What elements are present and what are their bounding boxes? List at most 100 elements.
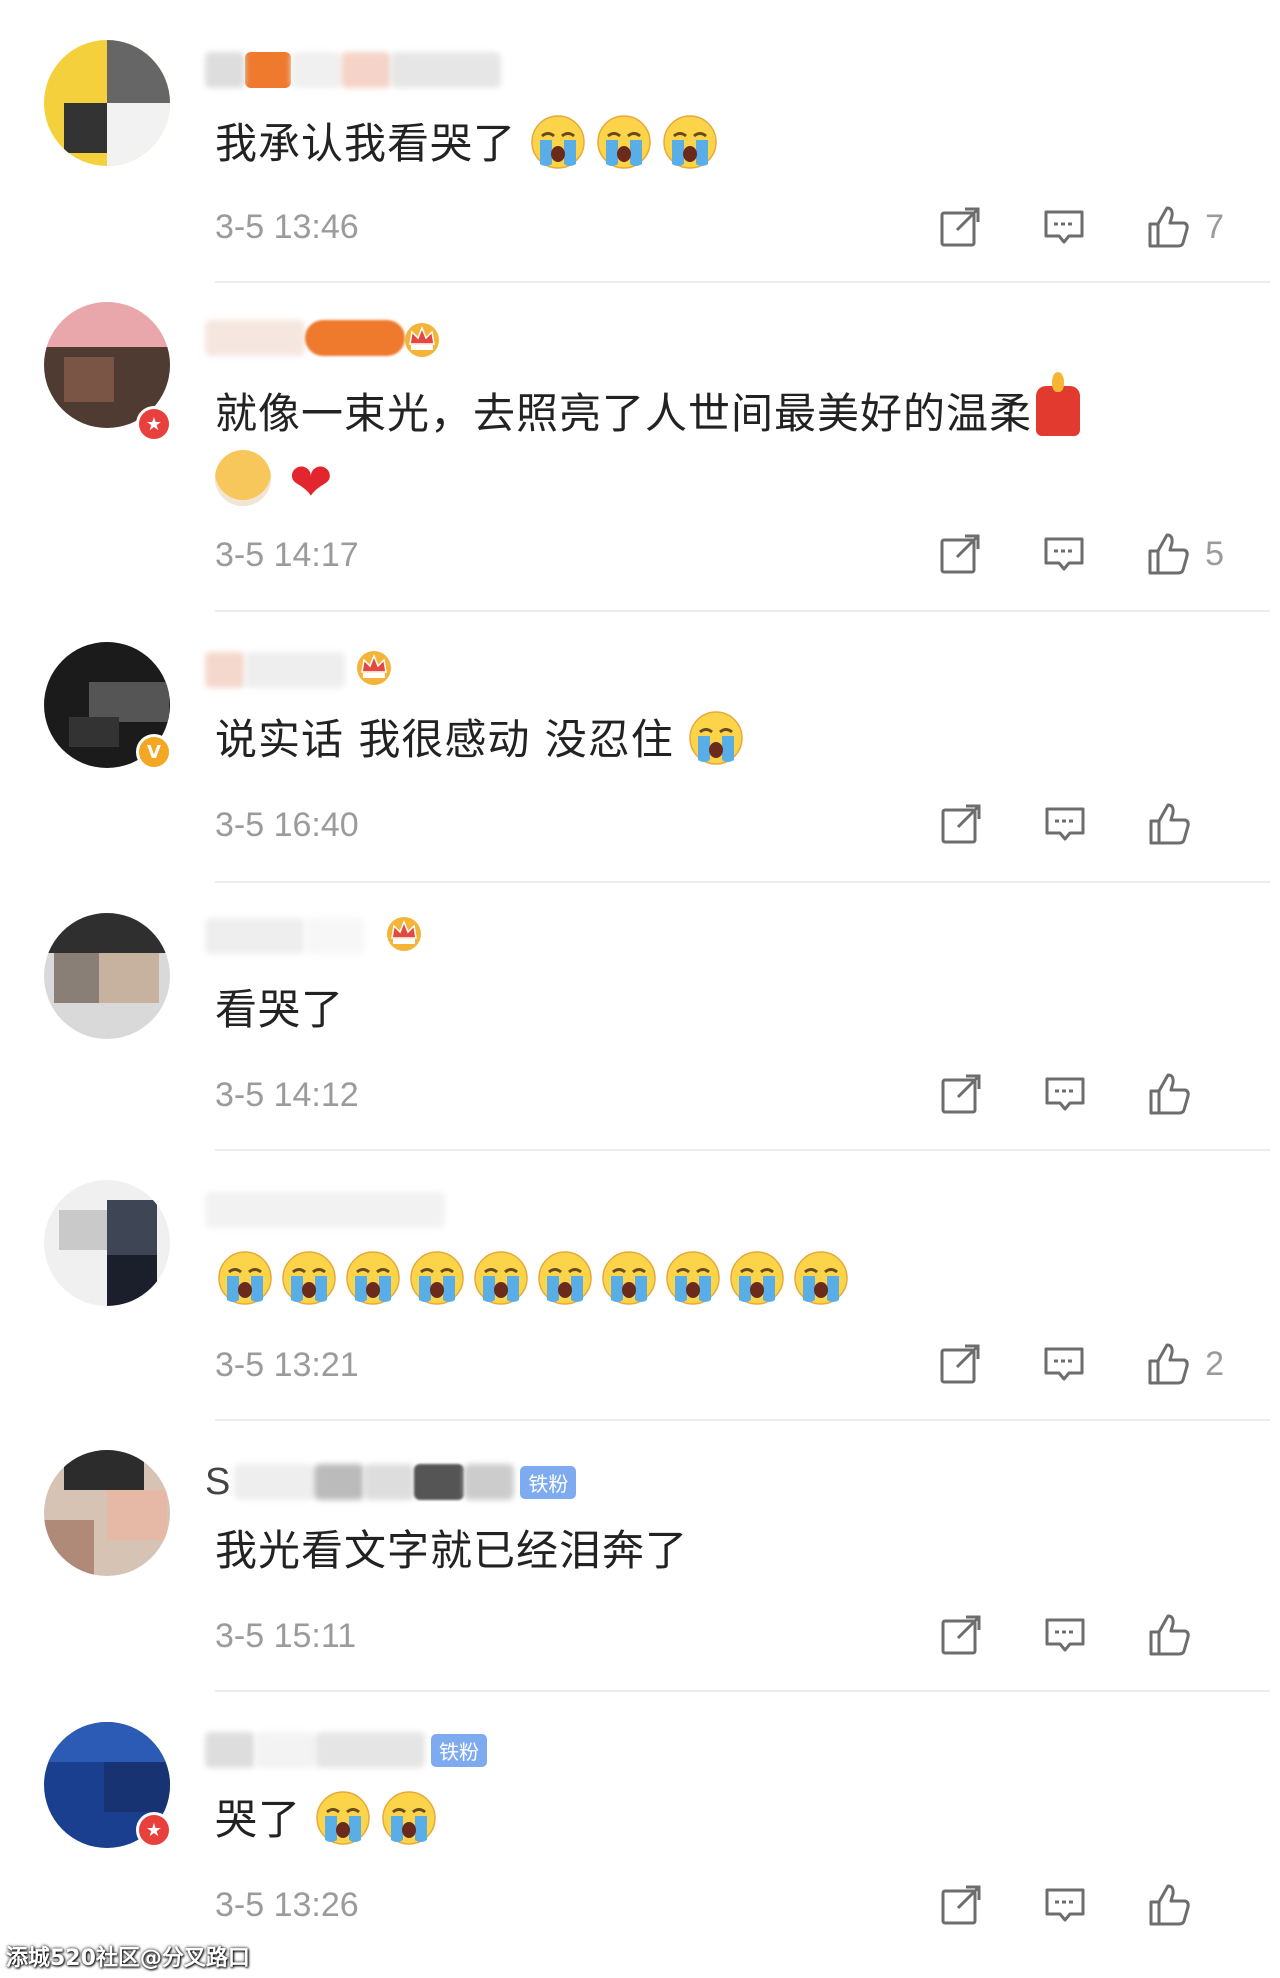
username[interactable]: 铁粉 (205, 1730, 487, 1770)
verified-v-badge: V (136, 734, 172, 770)
divider (215, 1419, 1270, 1421)
share-button[interactable] (937, 531, 983, 577)
comment-icon (1041, 531, 1087, 577)
thumbs-up-icon (1146, 1612, 1192, 1658)
share-icon (938, 1882, 984, 1928)
crying-face-emoji (473, 1250, 529, 1306)
avatar[interactable] (44, 1180, 170, 1306)
share-icon (937, 1341, 983, 1387)
timestamp: 3-5 15:11 (215, 1617, 357, 1655)
like-button[interactable] (1146, 801, 1224, 847)
crying-face-emoji (281, 1250, 337, 1306)
share-button[interactable] (938, 1071, 984, 1117)
share-icon (937, 531, 983, 577)
reply-button[interactable] (1041, 1341, 1087, 1387)
reply-button[interactable] (1041, 531, 1087, 577)
comment-icon (1042, 801, 1088, 847)
divider (215, 281, 1270, 283)
reply-button[interactable] (1042, 1071, 1088, 1117)
watermark: 添城520社区@分叉路口 (6, 1946, 250, 1971)
verified-badge: ★ (136, 1812, 172, 1848)
comment-icon (1041, 1341, 1087, 1387)
reply-button[interactable] (1042, 1612, 1088, 1658)
crying-face-emoji (729, 1250, 785, 1306)
username[interactable] (205, 1190, 445, 1230)
crying-face-emoji (665, 1250, 721, 1306)
like-count: 2 (1205, 1344, 1224, 1383)
share-button[interactable] (937, 1341, 983, 1387)
like-button[interactable]: 7 (1145, 204, 1224, 250)
like-button[interactable]: 2 (1145, 1341, 1224, 1387)
username[interactable] (205, 916, 365, 956)
crying-face-emoji (662, 114, 718, 170)
divider (215, 610, 1270, 612)
username[interactable]: S 铁粉 (205, 1461, 577, 1503)
divider (215, 1690, 1270, 1692)
crying-face-emoji (793, 1250, 849, 1306)
like-button[interactable]: 5 (1145, 531, 1224, 577)
grandma-emoji (215, 450, 271, 506)
username[interactable] (205, 650, 345, 690)
thumbs-up-icon (1146, 1071, 1192, 1117)
thumbs-up-icon (1145, 531, 1191, 577)
like-button[interactable] (1146, 1071, 1224, 1117)
crying-face-emoji (530, 114, 586, 170)
reply-button[interactable] (1042, 801, 1088, 847)
red-heart-emoji: ❤ (289, 453, 334, 513)
share-icon (938, 1612, 984, 1658)
timestamp: 3-5 14:12 (215, 1076, 359, 1114)
timestamp: 3-5 13:21 (215, 1346, 359, 1384)
thumbs-up-icon (1146, 801, 1192, 847)
comment-text: 我承认我看哭了 (215, 112, 728, 176)
timestamp: 3-5 13:46 (215, 208, 359, 246)
share-button[interactable] (938, 1612, 984, 1658)
candle-emoji (1036, 372, 1081, 436)
comment-text: 说实话 我很感动 没忍住 (215, 708, 754, 772)
fan-badge: 铁粉 (431, 1733, 487, 1767)
crying-face-emoji (537, 1250, 593, 1306)
share-button[interactable] (938, 1882, 984, 1928)
comment-text: 我光看文字就已经泪奔了 (215, 1526, 689, 1575)
like-count: 5 (1205, 534, 1224, 573)
like-button[interactable] (1146, 1882, 1224, 1928)
timestamp: 3-5 13:26 (215, 1886, 359, 1924)
crying-face-emoji (217, 1250, 273, 1306)
comment-text: 看哭了 (215, 985, 345, 1034)
verified-badge: ★ (136, 406, 172, 442)
avatar[interactable] (44, 40, 170, 166)
vip-crown-icon (402, 320, 442, 358)
fan-badge: 铁粉 (520, 1465, 577, 1499)
comment-icon (1042, 1071, 1088, 1117)
reply-button[interactable] (1042, 1882, 1088, 1928)
avatar[interactable] (44, 913, 170, 1039)
timestamp: 3-5 16:40 (215, 806, 359, 844)
share-icon (938, 1071, 984, 1117)
comment-emoji-line (217, 1248, 857, 1312)
crying-face-emoji (688, 710, 744, 766)
username[interactable] (205, 318, 405, 358)
avatar[interactable] (44, 1450, 170, 1576)
thumbs-up-icon (1146, 1882, 1192, 1928)
crying-face-emoji (596, 114, 652, 170)
divider (215, 1149, 1270, 1151)
comment-emoji-line: ❤ (215, 448, 334, 515)
share-button[interactable] (937, 204, 983, 250)
crying-face-emoji (601, 1250, 657, 1306)
crying-face-emoji (381, 1790, 437, 1846)
like-button[interactable] (1146, 1612, 1224, 1658)
reply-button[interactable] (1041, 204, 1087, 250)
thumbs-up-icon (1145, 1341, 1191, 1387)
username[interactable] (205, 50, 501, 90)
crying-face-emoji (315, 1790, 371, 1846)
vip-crown-icon (354, 648, 394, 686)
comment-text: 就像一束光，去照亮了人世间最美好的温柔 (215, 372, 1081, 446)
share-icon (938, 801, 984, 847)
thumbs-up-icon (1145, 204, 1191, 250)
crying-face-emoji (409, 1250, 465, 1306)
share-button[interactable] (938, 801, 984, 847)
crying-face-emoji (345, 1250, 401, 1306)
comment-icon (1042, 1882, 1088, 1928)
like-count: 7 (1205, 207, 1224, 246)
comment-text: 哭了 (215, 1788, 447, 1852)
timestamp: 3-5 14:17 (215, 536, 359, 574)
